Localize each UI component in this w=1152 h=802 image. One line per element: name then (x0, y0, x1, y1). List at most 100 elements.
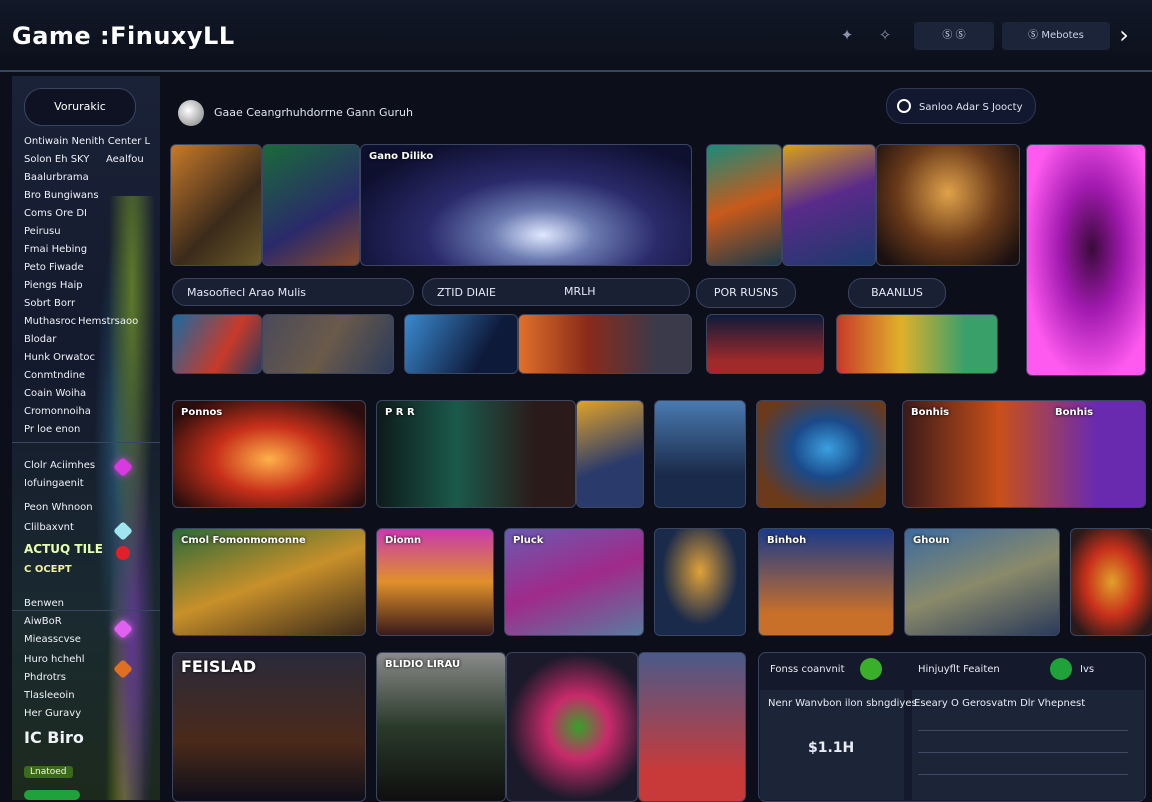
game-card[interactable] (262, 144, 360, 266)
panel-row (918, 774, 1128, 775)
game-card[interactable]: Diomn (376, 528, 494, 636)
game-card[interactable] (518, 314, 692, 374)
brand-logo-icon (178, 100, 204, 126)
sidebar-divider (12, 610, 160, 611)
panel-value: $1.1H (808, 740, 855, 756)
game-card[interactable] (404, 314, 518, 374)
featured-side-card[interactable] (1026, 144, 1146, 376)
game-card[interactable]: Bonhis Bonhis (902, 400, 1146, 508)
sidebar-item[interactable]: Piengs Haip (24, 280, 83, 291)
sidebar-item[interactable]: IC Biro (24, 728, 84, 747)
game-card[interactable] (170, 144, 262, 266)
sidebar-item[interactable]: Pr loe enon (24, 424, 80, 435)
controller-icon[interactable]: ✦ (838, 26, 856, 44)
sidebar-item[interactable]: Iofuingaenit (24, 478, 84, 489)
game-card-label: Bonhis (1055, 407, 1094, 418)
sidebar-item[interactable]: Benwen (24, 598, 64, 609)
sidebar-item[interactable]: Aealfou (106, 154, 144, 165)
game-card-label: FEISLAD (181, 657, 257, 676)
sidebar-item[interactable]: ACTUQ TILE (24, 542, 103, 556)
game-card-label: Cmol Fomonmomonne (181, 535, 306, 546)
search-input[interactable] (917, 97, 1031, 117)
game-card[interactable] (1070, 528, 1152, 636)
panel-title-left: Fonss coanvnit (770, 664, 845, 675)
tab-category[interactable]: POR RUSNS (696, 278, 796, 308)
panel-row (918, 730, 1128, 731)
sidebar-item[interactable]: Sobrt Borr (24, 298, 75, 309)
game-card[interactable] (706, 314, 824, 374)
game-card-label: P R R (385, 407, 415, 418)
sidebar-item[interactable]: Her Guravy (24, 708, 81, 719)
leaf-icon (860, 658, 882, 680)
sidebar-item[interactable]: Clolr Aciimhes (24, 460, 95, 471)
bell-icon[interactable]: ✧ (876, 26, 894, 44)
top-bar: Game :FinuxyLL ✦ ✧ Ⓢ Ⓢ Ⓢ Mebotes › (0, 0, 1152, 72)
game-card[interactable] (576, 400, 644, 508)
game-card[interactable] (638, 652, 746, 802)
sidebar-item[interactable]: Conmtndine (24, 370, 85, 381)
game-card[interactable]: Pluck (504, 528, 644, 636)
game-card[interactable]: P R R (376, 400, 576, 508)
hero-card[interactable]: Gano Diliko (360, 144, 692, 266)
tab-category[interactable]: MRLH (556, 278, 690, 306)
game-card[interactable]: FEISLAD (172, 652, 366, 802)
sidebar-item[interactable]: Tlasleeoin (24, 690, 75, 701)
sidebar-item[interactable]: Cromonnoiha (24, 406, 91, 417)
game-card-label: Bonhis (911, 407, 950, 418)
game-card[interactable] (756, 400, 886, 508)
game-card-label: Binhoh (767, 535, 807, 546)
game-card[interactable] (262, 314, 394, 374)
sidebar-item[interactable]: Hemstrsaoo (78, 316, 138, 327)
game-card-label: Diomn (385, 535, 422, 546)
sidebar-divider (12, 442, 160, 443)
sidebar-item[interactable]: Hunk Orwatoc (24, 352, 95, 363)
game-card-label: Ghoun (913, 535, 950, 546)
currency-pill[interactable]: Ⓢ Ⓢ (914, 22, 994, 50)
sidebar-item[interactable]: Coms Ore DI (24, 208, 87, 219)
search-box[interactable] (886, 88, 1036, 124)
sidebar-tag[interactable]: Lnatoed (24, 766, 73, 778)
game-card[interactable] (654, 528, 746, 636)
sidebar-item[interactable]: Ontiwain Nenith Center L (24, 136, 150, 147)
sidebar-item[interactable]: Huro hchehl (24, 654, 85, 665)
game-card[interactable] (654, 400, 746, 508)
sidebar-item[interactable]: Clilbaxvnt (24, 522, 74, 533)
game-card[interactable] (706, 144, 782, 266)
sidebar-item[interactable]: Blodar (24, 334, 56, 345)
app-title: Game :FinuxyLL (12, 22, 235, 50)
account-pill[interactable]: Ⓢ Mebotes (1002, 22, 1110, 50)
game-card[interactable]: Binhoh (758, 528, 894, 636)
game-card[interactable]: Cmol Fomonmomonne (172, 528, 366, 636)
sidebar-progress (24, 790, 80, 800)
sidebar-artwork (90, 196, 160, 800)
sidebar-item[interactable]: C OCEPT (24, 564, 72, 575)
sidebar-item[interactable]: Fmai Hebing (24, 244, 87, 255)
sidebar-item[interactable]: AiwBoR (24, 616, 62, 627)
game-card[interactable]: Ghoun (904, 528, 1060, 636)
sidebar-item[interactable]: Peon Whnoon (24, 502, 93, 513)
toggle-icon[interactable] (1050, 658, 1072, 680)
game-card[interactable]: Ponnos (172, 400, 366, 508)
sidebar-item[interactable]: Coain Woiha (24, 388, 86, 399)
sidebar-header[interactable]: Vorurakic (24, 88, 136, 126)
game-card[interactable] (836, 314, 998, 374)
game-card-label: Ponnos (181, 407, 223, 418)
chevron-right-icon[interactable]: › (1112, 22, 1136, 50)
sidebar-item[interactable]: Muthasroc (24, 316, 76, 327)
sidebar-item[interactable]: Phdrotrs (24, 672, 66, 683)
sidebar-item[interactable]: Peto Fiwade (24, 262, 84, 273)
sidebar-item[interactable]: Peirusu (24, 226, 61, 237)
game-card[interactable] (876, 144, 1020, 266)
sidebar-item[interactable]: Baalurbrama (24, 172, 89, 183)
game-card[interactable] (172, 314, 262, 374)
sidebar-item[interactable]: Mieasscvse (24, 634, 81, 645)
game-card[interactable] (506, 652, 638, 802)
game-card[interactable] (782, 144, 876, 266)
game-card[interactable]: BLIDIO LIRAU (376, 652, 506, 802)
panel-line-left: Nenr Wanvbon ilon sbngdiyes (768, 698, 917, 709)
tab-category[interactable]: BAANLUS (848, 278, 946, 308)
sidebar-item[interactable]: Bro Bungiwans (24, 190, 99, 201)
sidebar-item[interactable]: Solon Eh SKY (24, 154, 89, 165)
game-card-label: Pluck (513, 535, 544, 546)
tab-category[interactable]: Masoofiecl Arao Mulis (172, 278, 414, 306)
